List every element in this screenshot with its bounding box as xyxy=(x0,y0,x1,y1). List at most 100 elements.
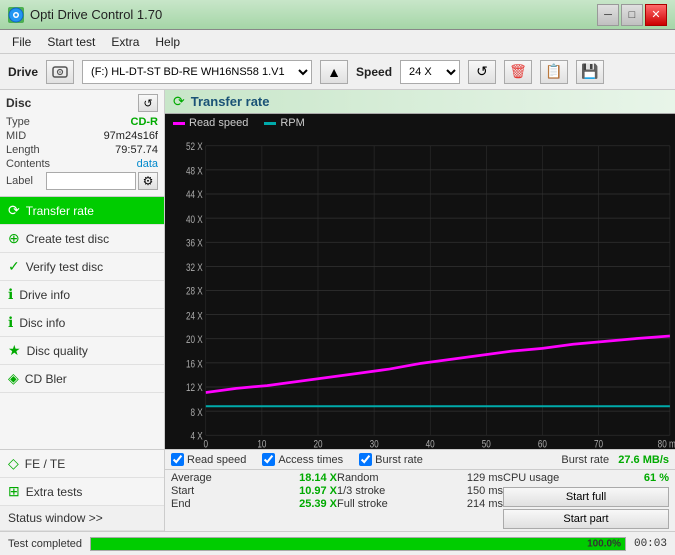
stat-average-label: Average xyxy=(171,472,212,484)
close-button[interactable]: ✕ xyxy=(645,4,667,26)
drive-icon-btn[interactable] xyxy=(46,60,74,84)
disc-label-input[interactable] xyxy=(46,172,136,190)
disc-refresh-btn[interactable]: ↺ xyxy=(138,94,158,112)
create-test-disc-icon: ⊕ xyxy=(8,230,20,247)
svg-text:50: 50 xyxy=(482,439,492,449)
nav-item-transfer-rate[interactable]: ⟳ Transfer rate xyxy=(0,197,164,225)
svg-text:12 X: 12 X xyxy=(186,382,203,395)
nav-label-transfer-rate: Transfer rate xyxy=(26,204,94,218)
stat-average-value: 18.14 X xyxy=(299,472,337,484)
menu-file[interactable]: File xyxy=(4,33,39,51)
stat-cpu-value: 61 % xyxy=(644,472,669,484)
disc-contents-value: data xyxy=(137,158,158,170)
stat-average: Average 18.14 X xyxy=(171,472,337,484)
stat-random-value: 129 ms xyxy=(467,472,503,484)
svg-text:16 X: 16 X xyxy=(186,359,203,372)
minimize-button[interactable]: ─ xyxy=(597,4,619,26)
progress-bar xyxy=(91,538,625,550)
svg-text:20: 20 xyxy=(313,439,323,449)
disc-label-label: Label xyxy=(6,175,33,187)
content-area: ⟳ Transfer rate Read speed RPM xyxy=(165,90,675,531)
burst-rate-display: Burst rate 27.6 MB/s xyxy=(561,454,669,466)
chart-header-icon: ⟳ xyxy=(173,93,185,110)
progress-text: 100.0% xyxy=(587,538,621,549)
drive-info-icon: ℹ xyxy=(8,286,13,303)
speed-select[interactable]: 24 X xyxy=(400,60,460,84)
start-part-button[interactable]: Start part xyxy=(503,509,669,529)
title-bar: Opti Drive Control 1.70 ─ □ ✕ xyxy=(0,0,675,30)
nav-item-disc-quality[interactable]: ★ Disc quality xyxy=(0,337,164,365)
menu-help[interactable]: Help xyxy=(147,33,188,51)
svg-text:40: 40 xyxy=(426,439,436,449)
access-times-checkbox[interactable] xyxy=(262,453,275,466)
drive-select[interactable]: (F:) HL-DT-ST BD-RE WH16NS58 1.V1 xyxy=(82,60,312,84)
status-window-button[interactable]: Status window >> xyxy=(0,506,164,531)
nav-item-create-test-disc[interactable]: ⊕ Create test disc xyxy=(0,225,164,253)
menu-bar: File Start test Extra Help xyxy=(0,30,675,54)
disc-length-value: 79:57.74 xyxy=(115,144,158,156)
stat-random-label: Random xyxy=(337,472,379,484)
extra-tests-icon: ⊞ xyxy=(8,483,20,500)
stats-section: Average 18.14 X Start 10.97 X End 25.39 … xyxy=(165,469,675,531)
nav-item-disc-info[interactable]: ℹ Disc info xyxy=(0,309,164,337)
burst-rate-checkbox-label: Burst rate xyxy=(375,454,423,466)
stat-one-third-label: 1/3 stroke xyxy=(337,485,385,497)
stat-col-left: Average 18.14 X Start 10.97 X End 25.39 … xyxy=(171,472,337,529)
main-layout: Disc ↺ Type CD-R MID 97m24s16f Length 79… xyxy=(0,90,675,531)
transfer-rate-icon: ⟳ xyxy=(8,202,20,219)
maximize-button[interactable]: □ xyxy=(621,4,643,26)
stat-cpu-usage: CPU usage 61 % xyxy=(503,472,669,484)
nav-label-disc-info: Disc info xyxy=(19,316,65,330)
nav-item-extra-tests[interactable]: ⊞ Extra tests xyxy=(0,478,164,506)
fe-te-label: FE / TE xyxy=(25,457,65,471)
nav-label-verify-test-disc: Verify test disc xyxy=(26,260,103,274)
disc-type-row: Type CD-R xyxy=(6,116,158,128)
checkbox-group: Read speed Access times Burst rate Burst… xyxy=(165,449,675,469)
read-speed-checkbox[interactable] xyxy=(171,453,184,466)
svg-text:24 X: 24 X xyxy=(186,310,203,323)
svg-text:10: 10 xyxy=(257,439,267,449)
svg-text:20 X: 20 X xyxy=(186,334,203,347)
nav-item-cd-bler[interactable]: ◈ CD Bler xyxy=(0,365,164,393)
refresh-button[interactable]: ↺ xyxy=(468,60,496,84)
chart-title: Transfer rate xyxy=(191,94,270,109)
eject-button[interactable]: ▲ xyxy=(320,60,348,84)
stats-bottom: Average 18.14 X Start 10.97 X End 25.39 … xyxy=(165,470,675,531)
legend-rpm: RPM xyxy=(264,117,304,129)
svg-text:60: 60 xyxy=(538,439,548,449)
read-speed-checkbox-label: Read speed xyxy=(187,454,246,466)
sidebar-bottom: ◇ FE / TE ⊞ Extra tests Status window >> xyxy=(0,449,164,531)
extra-tests-label: Extra tests xyxy=(26,485,83,499)
stat-end-label: End xyxy=(171,498,191,510)
nav-item-fe-te[interactable]: ◇ FE / TE xyxy=(0,450,164,478)
start-full-button[interactable]: Start full xyxy=(503,487,669,507)
copy-button[interactable]: 📋 xyxy=(540,60,568,84)
verify-test-disc-icon: ✓ xyxy=(8,258,20,275)
disc-length-label: Length xyxy=(6,144,40,156)
erase-button[interactable]: 🗑 xyxy=(504,60,532,84)
nav-label-disc-quality: Disc quality xyxy=(27,344,88,358)
menu-start-test[interactable]: Start test xyxy=(39,33,103,51)
progress-container: 100.0% xyxy=(90,537,626,551)
read-speed-color-swatch xyxy=(173,122,185,125)
status-bar: Test completed 100.0% 00:03 xyxy=(0,531,675,555)
nav-items: ⟳ Transfer rate ⊕ Create test disc ✓ Ver… xyxy=(0,197,164,449)
stat-full-stroke: Full stroke 214 ms xyxy=(337,498,503,510)
disc-mid-value: 97m24s16f xyxy=(104,130,158,142)
burst-rate-checkbox[interactable] xyxy=(359,453,372,466)
stat-end-value: 25.39 X xyxy=(299,498,337,510)
nav-item-drive-info[interactable]: ℹ Drive info xyxy=(0,281,164,309)
drive-label: Drive xyxy=(8,65,38,79)
nav-item-verify-test-disc[interactable]: ✓ Verify test disc xyxy=(0,253,164,281)
disc-label-edit-btn[interactable]: ⚙ xyxy=(138,172,158,190)
svg-text:32 X: 32 X xyxy=(186,262,203,275)
disc-panel-title: Disc xyxy=(6,96,31,110)
save-button[interactable]: 💾 xyxy=(576,60,604,84)
menu-extra[interactable]: Extra xyxy=(103,33,147,51)
disc-info-icon: ℹ xyxy=(8,314,13,331)
disc-type-label: Type xyxy=(6,116,30,128)
disc-quality-icon: ★ xyxy=(8,342,21,359)
fe-te-icon: ◇ xyxy=(8,455,19,472)
access-times-checkbox-item: Access times xyxy=(262,453,343,466)
svg-text:48 X: 48 X xyxy=(186,166,203,179)
